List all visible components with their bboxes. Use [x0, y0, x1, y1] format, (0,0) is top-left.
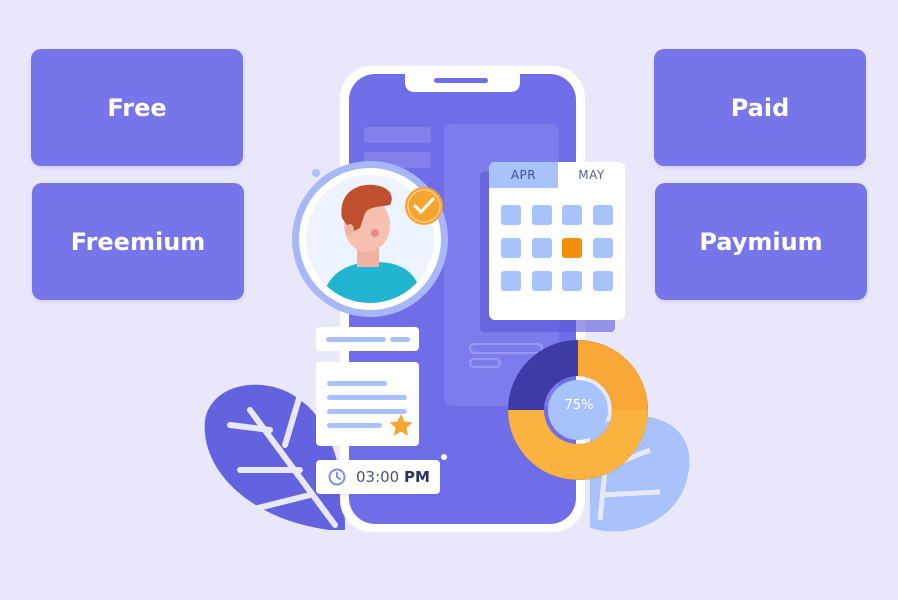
tab-apr[interactable]: APR [489, 162, 558, 188]
time-meridiem: PM [404, 468, 430, 486]
avatar [292, 161, 448, 317]
time-text: 03:00 PM [356, 468, 430, 486]
text-bar-card [316, 327, 419, 351]
tab-apr-label: APR [510, 168, 537, 182]
decor-dot [441, 454, 447, 460]
review-card [316, 362, 419, 446]
tab-may[interactable]: MAY [558, 162, 625, 188]
tab-may-label: MAY [578, 168, 605, 182]
donut-percent-label: 75% [564, 398, 594, 413]
phone-illustration [204, 66, 690, 532]
time-value: 03:00 [356, 468, 400, 486]
time-display: 03:00 PM [316, 460, 440, 494]
check-icon [405, 187, 443, 225]
clock-icon [328, 468, 346, 486]
